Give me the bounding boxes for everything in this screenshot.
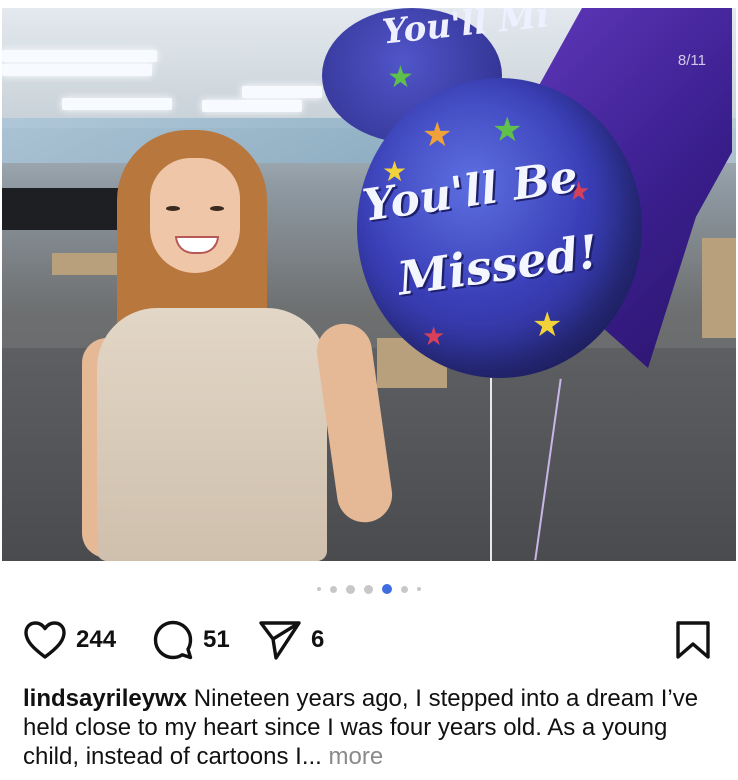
like-button[interactable]: 244 [23, 612, 116, 668]
ceiling-light [202, 100, 302, 112]
star-decoration: ★ [422, 321, 446, 351]
carousel-dot [401, 585, 408, 593]
caption-username[interactable]: lindsayrileywx [23, 685, 187, 712]
ceiling-light [62, 98, 172, 110]
image-page-counter: 8/11 [677, 52, 706, 69]
heart-icon[interactable] [23, 620, 67, 660]
comment-button[interactable]: 51 [152, 612, 230, 668]
save-button[interactable] [675, 612, 711, 668]
eye [166, 206, 180, 211]
desk [702, 238, 736, 338]
post-actions-bar: 244 51 6 [0, 612, 738, 668]
carousel-dot [330, 585, 337, 593]
eye [210, 206, 224, 211]
share-button[interactable]: 6 [258, 612, 324, 668]
carousel-indicator [0, 583, 738, 595]
carousel-dot [417, 587, 421, 591]
carousel-dot [364, 584, 373, 594]
balloon-ribbon [490, 378, 492, 561]
ceiling-light [2, 64, 152, 76]
ceiling-light [242, 86, 322, 98]
ceiling-light [2, 50, 157, 62]
face [150, 158, 240, 273]
star-decoration: ★ [492, 111, 523, 149]
carousel-dot-active [382, 584, 392, 594]
post-photo[interactable]: You'll Mi ★ ★ ★ ★ ★ ★ ★ You'll Be Missed… [2, 8, 736, 561]
post-caption: lindsayrileywx Nineteen years ago, I ste… [23, 684, 713, 771]
star-decoration: ★ [532, 306, 563, 344]
carousel-dot [317, 587, 321, 591]
like-count: 244 [76, 626, 117, 653]
comment-count: 51 [203, 626, 230, 653]
carousel-dot [346, 584, 355, 594]
paper-plane-icon[interactable] [258, 619, 302, 661]
share-count: 6 [311, 626, 325, 653]
star-decoration: ★ [422, 116, 453, 154]
dress [97, 308, 327, 561]
bookmark-icon[interactable] [675, 620, 711, 660]
comment-bubble-icon[interactable] [152, 619, 194, 661]
star-decoration: ★ [387, 61, 414, 94]
caption-more-link[interactable]: more [329, 743, 384, 770]
